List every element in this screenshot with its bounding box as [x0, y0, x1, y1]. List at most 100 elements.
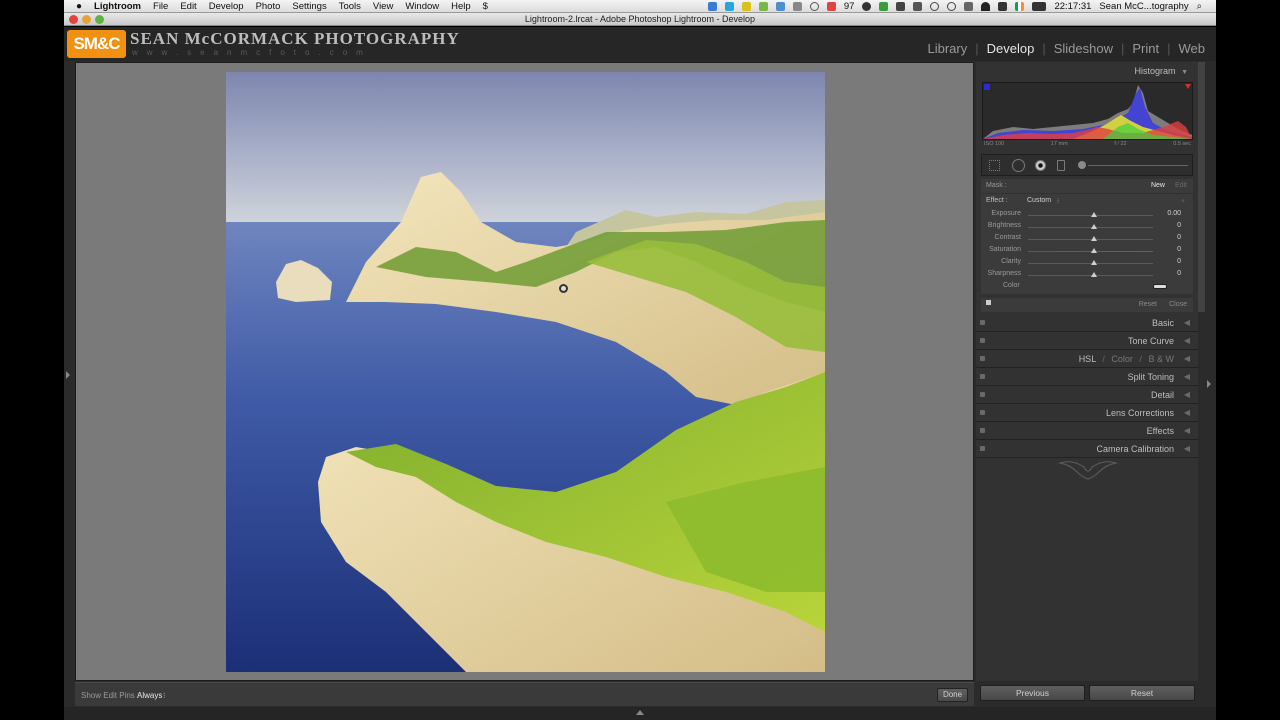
- disclosure-icon[interactable]: ▾: [1181, 197, 1185, 205]
- module-library[interactable]: Library: [926, 41, 968, 56]
- panel-switch-icon[interactable]: [980, 410, 985, 415]
- zoom-window-icon[interactable]: [95, 15, 104, 24]
- effect-preset-select[interactable]: Custom: [1027, 197, 1051, 204]
- panel-switch-icon[interactable]: [980, 356, 985, 361]
- slider-knob[interactable]: [1091, 260, 1097, 265]
- module-develop[interactable]: Develop: [986, 41, 1036, 56]
- crop-tool-icon[interactable]: [989, 160, 1000, 171]
- panel-switch-icon[interactable]: [980, 374, 985, 379]
- clock[interactable]: 22:17:31: [1054, 1, 1091, 12]
- tray-app-icon[interactable]: [741, 2, 751, 11]
- graduated-filter-tool-icon[interactable]: [1057, 160, 1065, 171]
- tray-app-icon[interactable]: [724, 2, 734, 11]
- sync-icon[interactable]: [930, 2, 940, 11]
- wifi-icon[interactable]: [981, 2, 991, 11]
- spot-removal-tool-icon[interactable]: [1012, 159, 1025, 172]
- expand-right-panel-icon[interactable]: [1207, 380, 1211, 388]
- left-panel-collapsed[interactable]: [64, 61, 74, 681]
- panel-tone-curve[interactable]: Tone Curve ◀: [976, 332, 1198, 350]
- panel-detail[interactable]: Detail ◀: [976, 386, 1198, 404]
- tray-app-icon[interactable]: [913, 2, 923, 11]
- tool-reset-button[interactable]: Reset: [1139, 301, 1157, 308]
- panel-switch-icon[interactable]: [980, 320, 985, 325]
- right-panel-scrollbar[interactable]: [1198, 62, 1205, 312]
- color-swatch[interactable]: [1153, 284, 1167, 289]
- menu-tools[interactable]: Tools: [339, 1, 361, 12]
- dropbox-icon[interactable]: [775, 2, 785, 11]
- menu-help[interactable]: Help: [451, 1, 471, 12]
- show-edit-pins-select[interactable]: Always: [137, 691, 162, 700]
- panel-hsl[interactable]: HSL / Color / B & W ◀: [976, 350, 1198, 368]
- panel-switch-icon[interactable]: [980, 428, 985, 433]
- time-machine-icon[interactable]: [947, 2, 957, 11]
- expand-panel-icon[interactable]: ◀: [1184, 314, 1190, 332]
- mask-new-button[interactable]: New: [1151, 182, 1165, 189]
- slider-knob[interactable]: [1091, 272, 1097, 277]
- filmstrip-collapsed[interactable]: [64, 707, 1216, 720]
- module-print[interactable]: Print: [1131, 41, 1160, 56]
- tab-bw[interactable]: B & W: [1148, 354, 1174, 364]
- panel-lens-corrections[interactable]: Lens Corrections ◀: [976, 404, 1198, 422]
- image-canvas[interactable]: [75, 62, 974, 681]
- panel-camera-calibration[interactable]: Camera Calibration ◀: [976, 440, 1198, 458]
- minimize-window-icon[interactable]: [82, 15, 91, 24]
- mask-edit-button[interactable]: Edit: [1175, 182, 1187, 189]
- panel-effects[interactable]: Effects ◀: [976, 422, 1198, 440]
- module-slideshow[interactable]: Slideshow: [1053, 41, 1114, 56]
- user-name[interactable]: Sean McC...tography: [1099, 1, 1188, 12]
- histogram[interactable]: [982, 82, 1193, 140]
- panel-basic[interactable]: Basic ◀: [976, 314, 1198, 332]
- tool-close-button[interactable]: Close: [1169, 301, 1187, 308]
- panel-switch-icon[interactable]: [980, 392, 985, 397]
- expand-left-panel-icon[interactable]: [66, 371, 70, 379]
- chevron-updown-icon[interactable]: ⁝: [1057, 197, 1059, 205]
- menu-file[interactable]: File: [153, 1, 168, 12]
- slider-knob[interactable]: [1091, 248, 1097, 253]
- panel-split-toning[interactable]: Split Toning ◀: [976, 368, 1198, 386]
- expand-filmstrip-icon[interactable]: [636, 710, 644, 715]
- expand-panel-icon[interactable]: ◀: [1184, 368, 1190, 386]
- tray-app-icon[interactable]: [809, 2, 819, 11]
- menu-window[interactable]: Window: [405, 1, 439, 12]
- histogram-header[interactable]: Histogram ▼: [976, 62, 1198, 80]
- reset-button[interactable]: Reset: [1089, 685, 1195, 701]
- tray-app-icon[interactable]: [792, 2, 802, 11]
- expand-panel-icon[interactable]: ◀: [1184, 386, 1190, 404]
- slider-value[interactable]: 0: [1153, 246, 1181, 253]
- menu-view[interactable]: View: [373, 1, 393, 12]
- spotlight-icon[interactable]: ⌕: [1197, 1, 1202, 12]
- saturation-slider[interactable]: Saturation 0: [981, 245, 1193, 257]
- flag-icon[interactable]: [1015, 2, 1025, 11]
- slider-value[interactable]: 0: [1153, 270, 1181, 277]
- slider-value[interactable]: 0: [1153, 222, 1181, 229]
- slider-knob[interactable]: [1091, 236, 1097, 241]
- contrast-slider[interactable]: Contrast 0: [981, 233, 1193, 245]
- tab-color[interactable]: Color: [1111, 354, 1133, 364]
- close-window-icon[interactable]: [69, 15, 78, 24]
- red-eye-tool-icon[interactable]: [1035, 160, 1046, 171]
- slider-value[interactable]: 0: [1153, 234, 1181, 241]
- exposure-slider[interactable]: Exposure 0.00: [981, 209, 1193, 221]
- histogram-collapse-icon[interactable]: ▼: [1181, 69, 1188, 76]
- tray-app-icon[interactable]: [862, 2, 872, 11]
- slider-value[interactable]: 0.00: [1153, 210, 1181, 217]
- expand-panel-icon[interactable]: ◀: [1184, 350, 1190, 368]
- bluetooth-icon[interactable]: [964, 2, 974, 11]
- volume-icon[interactable]: [998, 2, 1008, 11]
- gmail-icon[interactable]: [826, 2, 836, 11]
- tab-hsl[interactable]: HSL: [1079, 354, 1096, 364]
- brightness-slider[interactable]: Brightness 0: [981, 221, 1193, 233]
- panel-switch-icon[interactable]: [980, 446, 985, 451]
- menu-lightroom[interactable]: Lightroom: [94, 1, 141, 12]
- expand-panel-icon[interactable]: ◀: [1184, 404, 1190, 422]
- menu-photo[interactable]: Photo: [256, 1, 281, 12]
- tray-app-icon[interactable]: [879, 2, 889, 11]
- menu-settings[interactable]: Settings: [292, 1, 326, 12]
- menu-edit[interactable]: Edit: [180, 1, 196, 12]
- tray-app-icon[interactable]: [707, 2, 717, 11]
- tray-app-icon[interactable]: [758, 2, 768, 11]
- menu-develop[interactable]: Develop: [209, 1, 244, 12]
- slider-knob[interactable]: [1091, 224, 1097, 229]
- expand-panel-icon[interactable]: ◀: [1184, 332, 1190, 350]
- tray-app-icon[interactable]: [896, 2, 906, 11]
